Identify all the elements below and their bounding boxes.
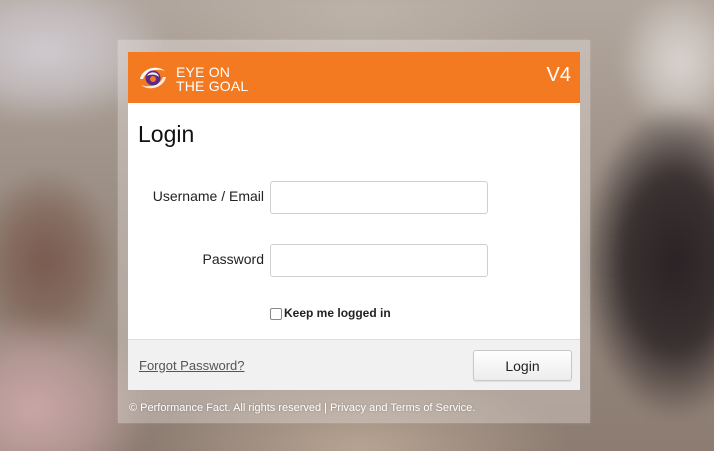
brand-line-2: THE GOAL xyxy=(176,78,249,94)
remember-label: Keep me logged in xyxy=(284,306,391,320)
password-input[interactable] xyxy=(270,244,488,277)
username-row: Username / Email xyxy=(128,181,580,217)
login-screen: EYE ON THE GOAL V4 Login Username / Emai… xyxy=(0,0,714,451)
forgot-password-link[interactable]: Forgot Password? xyxy=(139,358,245,373)
brand-name: EYE ON THE GOAL xyxy=(176,65,296,93)
username-input[interactable] xyxy=(270,181,488,214)
page-title: Login xyxy=(138,121,195,147)
copyright-separator: | xyxy=(324,402,327,414)
version-badge: V4 xyxy=(546,64,571,86)
remember-checkbox[interactable] xyxy=(270,308,282,320)
password-label: Password xyxy=(202,251,264,267)
eye-swirl-logo-icon xyxy=(140,67,166,89)
login-button[interactable]: Login xyxy=(473,350,572,381)
privacy-terms-link[interactable]: Privacy and Terms of Service. xyxy=(330,402,475,414)
login-card: EYE ON THE GOAL V4 Login Username / Emai… xyxy=(128,52,580,390)
card-header: EYE ON THE GOAL V4 xyxy=(128,52,580,103)
username-label: Username / Email xyxy=(152,188,264,204)
copyright-bar: © Performance Fact. All rights reserved |… xyxy=(129,402,475,414)
password-row: Password xyxy=(128,244,580,280)
copyright-text: © Performance Fact. All rights reserved xyxy=(129,402,322,414)
card-footer: Forgot Password? Login xyxy=(128,339,580,390)
brand-line-1: EYE ON xyxy=(176,64,231,80)
